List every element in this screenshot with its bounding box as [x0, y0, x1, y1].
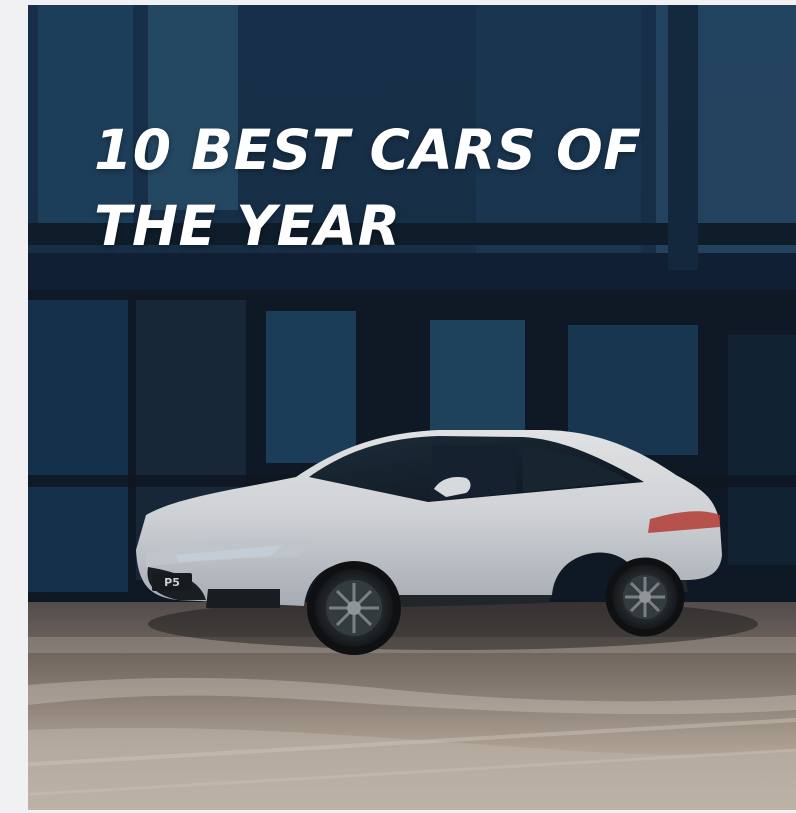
headline-line-2: THE YEAR [94, 194, 401, 258]
headline-line-1: 10 BEST CARS OF [94, 118, 642, 182]
hero-image-card[interactable]: P5 10 BEST CARS OF THE YEAR [28, 5, 796, 810]
headline: 10 BEST CARS OF THE YEAR [94, 112, 734, 264]
